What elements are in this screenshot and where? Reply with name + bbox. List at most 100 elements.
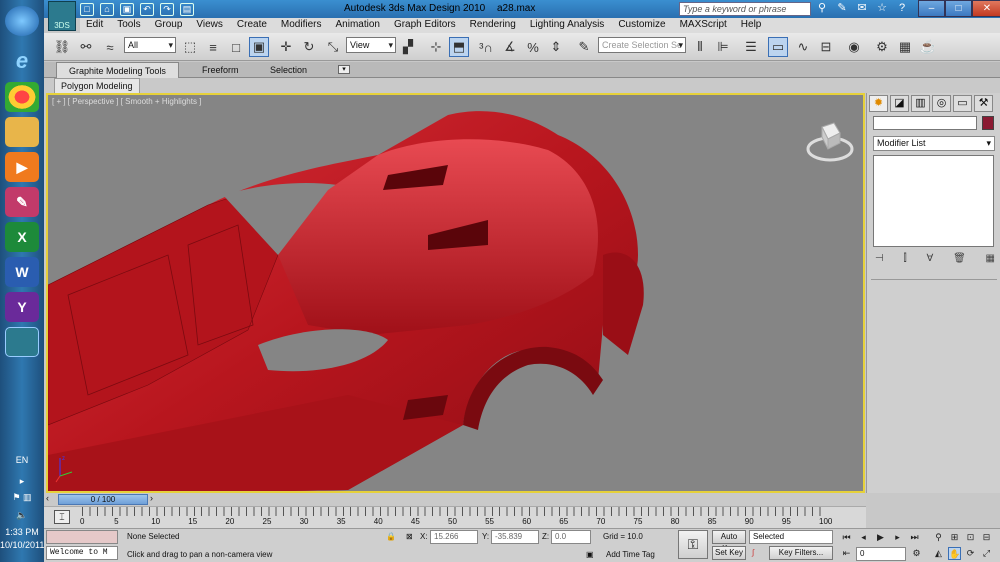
network-flag-icon[interactable]: ⚑ ▥: [0, 492, 44, 503]
maximize-viewport-icon[interactable]: ⤢: [980, 547, 993, 560]
communication-icon[interactable]: ✉: [854, 1, 870, 16]
search-input[interactable]: Type a keyword or phrase: [679, 2, 811, 16]
select-and-link-icon[interactable]: ⛓: [52, 37, 72, 57]
modifier-list-dropdown[interactable]: Modifier List: [873, 136, 995, 151]
field-of-view-icon[interactable]: ◭: [932, 547, 945, 560]
keyboard-shortcut-override-icon[interactable]: ⬒: [449, 37, 469, 57]
angle-snap-icon[interactable]: ∡: [500, 37, 520, 57]
manipulate-icon[interactable]: ⊹: [426, 37, 446, 57]
key-tangent-icon[interactable]: ∫: [752, 546, 754, 560]
curve-editor-mini-icon[interactable]: ⌶: [54, 510, 70, 524]
x-coordinate-field[interactable]: 15.266: [430, 530, 478, 544]
set-key-button[interactable]: Set Key: [712, 546, 746, 560]
menu-maxscript[interactable]: MAXScript: [674, 18, 735, 33]
internet-explorer-icon[interactable]: e: [5, 46, 39, 76]
utilities-tab-icon[interactable]: ⚒: [974, 95, 993, 112]
show-end-result-icon[interactable]: ⫿: [903, 253, 906, 264]
car-model[interactable]: [48, 95, 865, 493]
rendered-frame-window-icon[interactable]: ▦: [895, 37, 915, 57]
key-mode-toggle-icon[interactable]: ⇤: [840, 547, 853, 560]
spinner-snap-icon[interactable]: ⇕: [546, 37, 566, 57]
menu-animation[interactable]: Animation: [329, 18, 387, 33]
track-bar[interactable]: ⌶ 0 5 10 15 20 25 30 35 40 45 50 55 60 65 70 75 80 85 90 95…: [44, 506, 866, 528]
go-to-start-icon[interactable]: ⏮: [840, 531, 853, 544]
favorites-icon[interactable]: ☆: [874, 1, 890, 16]
project-folder-icon[interactable]: ▤: [180, 2, 194, 16]
media-player-icon[interactable]: ▶: [5, 152, 39, 182]
remove-modifier-icon[interactable]: 🗑: [953, 253, 966, 264]
hierarchy-tab-icon[interactable]: ▥: [911, 95, 930, 112]
tray-date[interactable]: 10/10/2011: [0, 540, 44, 550]
bind-space-warp-icon[interactable]: ≈: [100, 37, 120, 57]
graphite-toggle-icon[interactable]: ▭: [768, 37, 788, 57]
next-frame-icon[interactable]: ▸: [891, 531, 904, 544]
explorer-folder-icon[interactable]: [5, 117, 39, 147]
yahoo-messenger-icon[interactable]: Y: [5, 292, 39, 322]
select-and-move-icon[interactable]: ✛: [276, 37, 296, 57]
zoom-extents-icon[interactable]: ⊡: [964, 531, 977, 544]
align-icon[interactable]: ⊫: [713, 37, 733, 57]
render-teapot-icon[interactable]: ☕: [918, 37, 938, 57]
tray-expand-icon[interactable]: ▸: [0, 476, 44, 487]
z-coordinate-field[interactable]: 0.0: [551, 530, 591, 544]
zoom-extents-all-icon[interactable]: ⊟: [980, 531, 993, 544]
named-selection-sets-dropdown[interactable]: Create Selection Se: [598, 37, 686, 53]
menu-tools[interactable]: Tools: [111, 18, 148, 33]
key-filters-button[interactable]: Key Filters...: [769, 546, 833, 560]
menu-lighting-analysis[interactable]: Lighting Analysis: [524, 18, 613, 33]
unlink-icon[interactable]: ⚯: [76, 37, 96, 57]
auto-key-button[interactable]: Auto Key: [712, 530, 746, 553]
close-button[interactable]: ✕: [972, 0, 1000, 17]
binoculars-icon[interactable]: ⚲: [814, 1, 830, 16]
set-key-mode-icon[interactable]: ⚿: [678, 530, 708, 559]
viewcube[interactable]: [806, 119, 854, 163]
word-icon[interactable]: W: [5, 257, 39, 287]
curve-editor-icon[interactable]: ∿: [793, 37, 813, 57]
mirror-icon[interactable]: ⫴: [690, 37, 710, 57]
menu-group[interactable]: Group: [149, 18, 191, 33]
time-slider[interactable]: 0 / 100: [58, 494, 148, 505]
undo-icon[interactable]: ↶: [140, 2, 154, 16]
open-file-icon[interactable]: ⌂: [100, 2, 114, 16]
menu-views[interactable]: Views: [190, 18, 231, 33]
lock-selection-icon[interactable]: 🔒: [386, 530, 396, 544]
maxscript-mini-listener[interactable]: [46, 530, 118, 544]
maxscript-output[interactable]: Welcome to M: [46, 546, 118, 560]
tab-freeform[interactable]: Freeform: [202, 62, 239, 78]
perspective-viewport[interactable]: [ + ] [ Perspective ] [ Smooth + Highlig…: [46, 93, 865, 493]
selection-filter-dropdown[interactable]: All: [124, 37, 176, 53]
subscription-icon[interactable]: ✎: [834, 1, 850, 16]
display-tab-icon[interactable]: ▭: [953, 95, 972, 112]
configure-modifier-sets-icon[interactable]: ▦: [986, 253, 995, 264]
y-coordinate-field[interactable]: -35.839: [491, 530, 539, 544]
app-menu-button[interactable]: 3DS: [48, 1, 76, 31]
tray-time[interactable]: 1:33 PM: [0, 527, 44, 537]
time-tag-icon[interactable]: ▣: [586, 548, 594, 562]
save-icon[interactable]: ▣: [120, 2, 134, 16]
select-by-name-icon[interactable]: ≡: [203, 37, 223, 57]
pdf-app-icon[interactable]: ✎: [5, 187, 39, 217]
object-color-swatch[interactable]: [982, 116, 994, 130]
material-editor-icon[interactable]: ◉: [844, 37, 864, 57]
select-and-scale-icon[interactable]: ⤡: [323, 37, 343, 57]
go-to-end-icon[interactable]: ⏭: [908, 531, 921, 544]
zoom-all-icon[interactable]: ⊞: [948, 531, 961, 544]
absolute-mode-icon[interactable]: ⊠: [406, 530, 413, 544]
layer-manager-icon[interactable]: ☰: [741, 37, 761, 57]
3dsmax-taskbar-icon[interactable]: [5, 327, 39, 357]
minimize-button[interactable]: –: [918, 0, 945, 17]
time-slider-prev-icon[interactable]: ‹: [46, 493, 49, 503]
tab-graphite-modeling-tools[interactable]: Graphite Modeling Tools: [56, 62, 179, 78]
menu-graph-editors[interactable]: Graph Editors: [388, 18, 464, 33]
excel-icon[interactable]: X: [5, 222, 39, 252]
reference-coordinate-dropdown[interactable]: View: [346, 37, 396, 53]
rectangular-selection-icon[interactable]: □: [226, 37, 246, 57]
percent-snap-icon[interactable]: %: [523, 37, 543, 57]
current-frame-field[interactable]: 0: [856, 547, 906, 561]
make-unique-icon[interactable]: ∀: [926, 253, 933, 264]
modify-tab-icon[interactable]: ◪: [890, 95, 909, 112]
menu-customize[interactable]: Customize: [612, 18, 673, 33]
menu-rendering[interactable]: Rendering: [464, 18, 524, 33]
time-configuration-icon[interactable]: ⚙: [910, 547, 923, 560]
time-slider-next-icon[interactable]: ›: [150, 493, 153, 503]
